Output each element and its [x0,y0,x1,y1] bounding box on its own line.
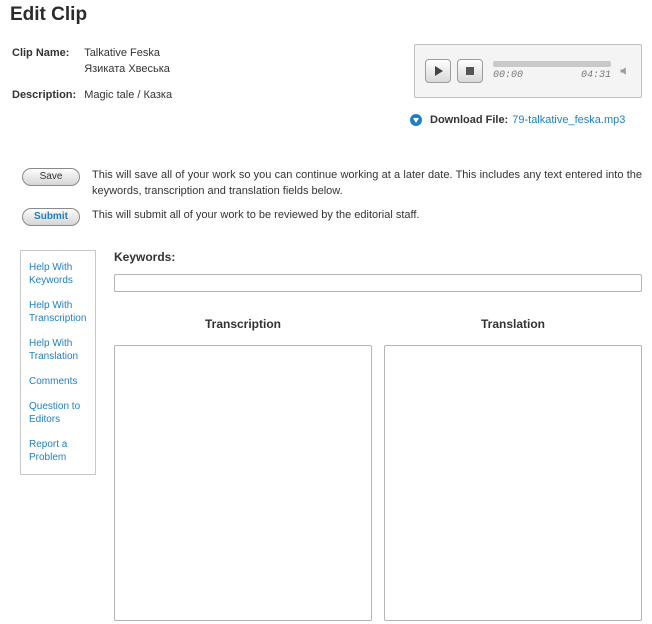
help-transcription-link[interactable]: Help With Transcription [29,299,87,325]
question-editors-link[interactable]: Question to Editors [29,400,87,426]
clip-name-value-2: Язиката Хвеська [84,62,178,76]
save-button[interactable]: Save [22,168,80,186]
download-link[interactable]: 79-talkative_feska.mp3 [512,114,625,126]
download-row: Download File: 79-talkative_feska.mp3 [410,114,642,126]
description-label: Description: [12,88,82,102]
submit-description: This will submit all of your work to be … [92,208,642,224]
help-translation-link[interactable]: Help With Translation [29,337,87,363]
help-keywords-link[interactable]: Help With Keywords [29,261,87,287]
clip-name-label: Clip Name: [12,46,82,60]
stop-button[interactable] [457,59,483,83]
play-icon [435,66,443,76]
play-button[interactable] [425,59,451,83]
save-description: This will save all of your work so you c… [92,168,642,200]
page-title: Edit Clip [10,4,642,26]
stop-icon [466,67,474,75]
translation-input[interactable] [384,345,642,621]
seek-bar[interactable] [493,61,611,67]
time-current: 00:00 [493,70,523,81]
volume-icon[interactable] [619,65,631,77]
translation-label: Translation [384,317,642,331]
keywords-input[interactable] [114,274,642,292]
time-duration: 04:31 [581,70,611,81]
clip-name-value-1: Talkative Feska [84,46,178,60]
report-problem-link[interactable]: Report a Problem [29,438,87,464]
comments-link[interactable]: Comments [29,375,87,388]
submit-button[interactable]: Submit [22,208,80,226]
audio-player: 00:00 04:31 [414,44,642,98]
clip-meta: Clip Name: Talkative Feska Язиката Хвесь… [10,44,180,104]
transcription-input[interactable] [114,345,372,621]
transcription-label: Transcription [114,317,372,331]
download-label: Download File: [430,114,508,126]
help-sidebar: Help With Keywords Help With Transcripti… [20,250,96,475]
description-value: Magic tale / Казка [84,88,178,102]
keywords-label: Keywords: [114,250,642,264]
download-icon [410,114,422,126]
